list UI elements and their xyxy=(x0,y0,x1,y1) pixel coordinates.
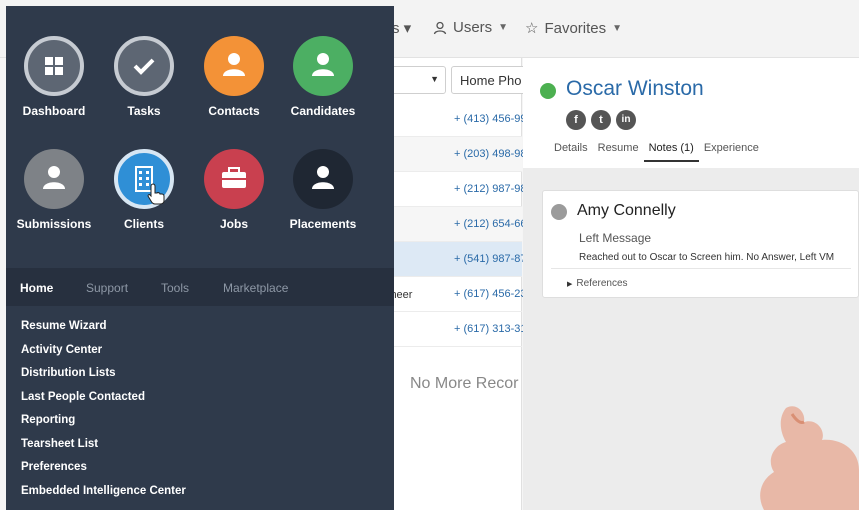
tab-tools[interactable]: Tools xyxy=(161,281,189,295)
tile-tasks[interactable]: Tasks xyxy=(99,36,189,118)
tile-label: Candidates xyxy=(290,104,356,118)
tab-home[interactable]: Home xyxy=(20,281,53,295)
tile-label: Tasks xyxy=(127,104,161,118)
person-icon xyxy=(293,149,353,209)
menu-link-list: Resume Wizard Activity Center Distributi… xyxy=(21,320,186,508)
references-label: References xyxy=(576,278,628,289)
twitter-icon[interactable]: t xyxy=(591,110,611,130)
main-menu-overlay: Dashboard Tasks Contacts Candidates Subm… xyxy=(6,6,394,510)
menu-link-distribution-lists[interactable]: Distribution Lists xyxy=(21,367,186,391)
menu-link-activity-center[interactable]: Activity Center xyxy=(21,344,186,368)
note-text: Reached out to Oscar to Screen him. No A… xyxy=(579,252,835,263)
table-row[interactable]: + (203) 498-98 xyxy=(394,137,526,172)
briefcase-icon xyxy=(204,149,264,209)
note-author[interactable]: Amy Connelly xyxy=(577,202,676,220)
menu-link-preferences[interactable]: Preferences xyxy=(21,461,186,485)
users-menu[interactable]: Users ▼ xyxy=(433,19,508,36)
tile-jobs[interactable]: Jobs xyxy=(189,149,279,231)
tab-marketplace[interactable]: Marketplace xyxy=(223,281,288,295)
row-phone[interactable]: + (617) 313-31 xyxy=(454,323,526,335)
partial-menu-dropdown[interactable]: s ▾ xyxy=(392,19,411,37)
dashboard-grid-icon xyxy=(24,36,84,96)
person-icon xyxy=(204,36,264,96)
tab-resume[interactable]: Resume xyxy=(593,140,644,162)
tab-details[interactable]: Details xyxy=(549,140,593,162)
row-phone[interactable]: + (617) 456-23 xyxy=(454,288,526,300)
references-toggle[interactable]: ▶ References xyxy=(567,278,628,289)
favorites-menu-label: Favorites xyxy=(544,19,607,37)
tile-label: Jobs xyxy=(219,217,248,231)
detail-header: Oscar Winston f t in Details Resume Note… xyxy=(523,58,859,168)
star-icon: ☆ xyxy=(525,20,539,37)
user-icon xyxy=(433,21,447,34)
note-card: Amy Connelly Left Message Reached out to… xyxy=(542,190,859,298)
note-action: Left Message xyxy=(579,231,652,245)
person-icon xyxy=(24,149,84,209)
check-icon xyxy=(114,36,174,96)
table-row[interactable]: + (212) 987-98 xyxy=(394,172,526,207)
row-phone[interactable]: + (203) 498-98 xyxy=(454,148,526,160)
menu-link-resume-wizard[interactable]: Resume Wizard xyxy=(21,320,186,344)
menu-link-last-people-contacted[interactable]: Last People Contacted xyxy=(21,391,186,415)
table-row[interactable]: ineer + (617) 456-23 xyxy=(388,277,526,312)
table-row[interactable]: r + (617) 313-31 xyxy=(388,312,526,347)
menu-link-embedded-intelligence-center[interactable]: Embedded Intelligence Center xyxy=(21,485,186,509)
table-row[interactable]: + (212) 654-66 xyxy=(394,207,526,242)
menu-link-tearsheet-list[interactable]: Tearsheet List xyxy=(21,438,186,462)
tab-support[interactable]: Support xyxy=(86,281,128,295)
record-list-panel: ▼ Home Pho + (413) 456-99 + (203) 498-98… xyxy=(374,58,531,510)
table-row[interactable]: + (541) 987-87 xyxy=(394,242,526,277)
tab-experience[interactable]: Experience xyxy=(699,140,764,162)
caret-right-icon: ▶ xyxy=(567,281,573,288)
chevron-down-icon: ▼ xyxy=(430,74,439,84)
chevron-down-icon: ▼ xyxy=(498,22,509,33)
detail-tabs: Details Resume Notes (1) Experience xyxy=(549,140,764,162)
row-phone[interactable]: + (413) 456-99 xyxy=(454,113,526,125)
status-indicator xyxy=(540,83,556,99)
menu-tab-bar: Home Support Tools Marketplace xyxy=(6,268,394,306)
tile-label: Submissions xyxy=(16,217,92,231)
tile-label: Clients xyxy=(123,217,164,231)
person-name[interactable]: Oscar Winston xyxy=(566,77,704,101)
favorites-menu[interactable]: ☆ Favorites ▼ xyxy=(525,19,623,38)
row-phone[interactable]: + (212) 987-98 xyxy=(454,183,526,195)
partial-menu-label: s ▾ xyxy=(392,20,412,37)
tile-candidates[interactable]: Candidates xyxy=(278,36,368,118)
tile-label: Dashboard xyxy=(22,104,86,118)
person-icon xyxy=(293,36,353,96)
hand-cursor-icon xyxy=(147,183,165,205)
table-row[interactable]: + (413) 456-99 xyxy=(394,102,526,137)
author-avatar xyxy=(551,204,567,220)
row-phone[interactable]: + (212) 654-66 xyxy=(454,218,526,230)
tile-label: Placements xyxy=(289,217,357,231)
tile-placements[interactable]: Placements xyxy=(278,149,368,231)
tile-contacts[interactable]: Contacts xyxy=(189,36,279,118)
tile-label: Contacts xyxy=(208,104,260,118)
users-menu-label: Users xyxy=(453,19,493,36)
no-more-records-text: No More Recor xyxy=(410,375,519,392)
linkedin-icon[interactable]: in xyxy=(616,110,636,130)
row-phone[interactable]: + (541) 987-87 xyxy=(454,253,526,265)
bull-mascot-icon xyxy=(760,406,859,510)
facebook-icon[interactable]: f xyxy=(566,110,586,130)
tile-submissions[interactable]: Submissions xyxy=(9,149,99,231)
column-select[interactable]: Home Pho xyxy=(451,66,531,94)
column-select-value: Home Pho xyxy=(460,73,522,88)
tab-notes[interactable]: Notes (1) xyxy=(643,140,699,162)
menu-link-reporting[interactable]: Reporting xyxy=(21,414,186,438)
divider xyxy=(551,268,851,269)
chevron-down-icon: ▼ xyxy=(612,22,623,34)
building-icon xyxy=(114,149,174,209)
tile-dashboard[interactable]: Dashboard xyxy=(9,36,99,118)
tile-clients[interactable]: Clients xyxy=(99,149,189,231)
